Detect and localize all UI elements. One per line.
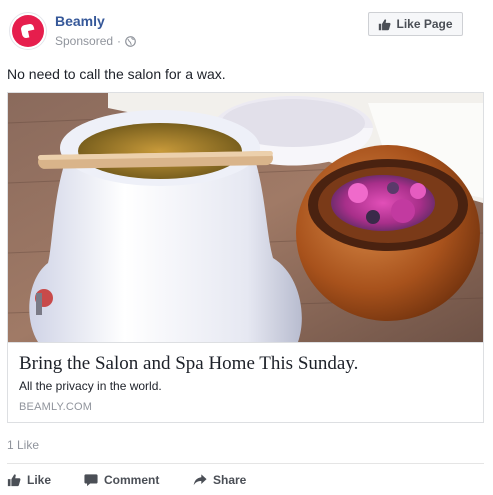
sponsored-label[interactable]: Sponsored <box>55 34 113 48</box>
thumbs-up-icon <box>7 474 21 487</box>
thumbs-up-icon <box>379 18 391 30</box>
post-message: No need to call the salon for a wax. <box>7 66 226 82</box>
link-description: All the privacy in the world. <box>19 379 162 393</box>
share-button[interactable]: Share <box>193 470 246 490</box>
share-button-label: Share <box>213 473 247 487</box>
share-arrow-icon <box>193 474 207 486</box>
like-page-button[interactable]: Like Page <box>368 12 463 36</box>
globe-icon[interactable] <box>125 35 136 47</box>
post-actions-bar: Like Comment Share <box>7 470 484 490</box>
like-page-label: Like Page <box>396 17 453 31</box>
link-title[interactable]: Bring the Salon and Spa Home This Sunday… <box>19 353 358 375</box>
comment-bubble-icon <box>84 474 98 487</box>
link-preview-text: Bring the Salon and Spa Home This Sunday… <box>8 342 483 422</box>
wax-warmer-photo[interactable] <box>8 93 483 342</box>
link-preview-card[interactable]: Bring the Salon and Spa Home This Sunday… <box>7 92 484 423</box>
comment-button-label: Comment <box>104 473 160 487</box>
page-name-link[interactable]: Beamly <box>55 13 105 29</box>
beamly-logo-icon <box>12 15 44 47</box>
sponsored-meta: Sponsored · <box>55 34 136 48</box>
link-domain: BEAMLY.COM <box>19 401 93 413</box>
page-avatar[interactable] <box>9 12 47 50</box>
comment-button[interactable]: Comment <box>84 470 159 490</box>
sponsored-post: Beamly Sponsored · Like Page No need to … <box>0 0 493 495</box>
actions-divider <box>7 463 484 464</box>
reaction-count[interactable]: 1 Like <box>7 438 39 452</box>
like-button-label: Like <box>27 473 52 487</box>
like-button[interactable]: Like <box>7 470 51 490</box>
meta-separator: · <box>117 34 122 48</box>
